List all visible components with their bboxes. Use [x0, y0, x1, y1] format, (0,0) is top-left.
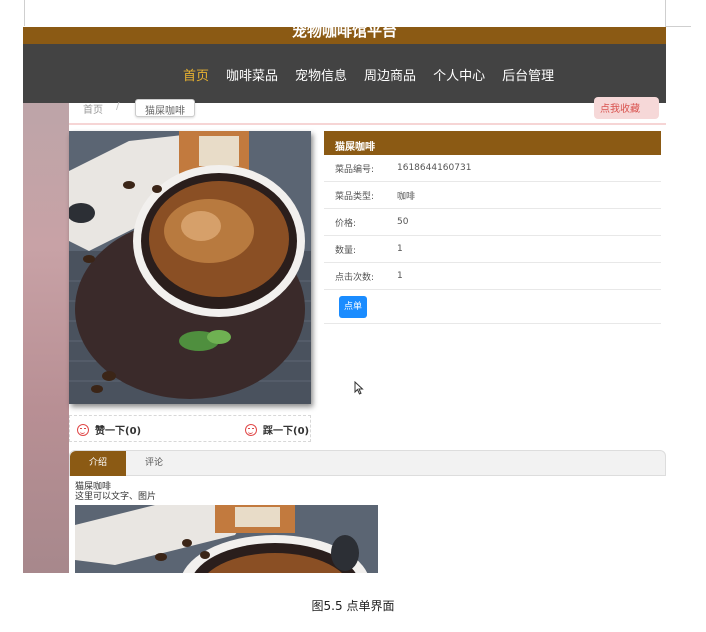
embedded-screenshot: 宠物咖啡馆平台 首页 咖啡菜品 宠物信息 周边商品 个人中心 后台管理 首页 /…	[23, 27, 666, 573]
intro-text: 猫屎咖啡 这里可以文字、图片	[69, 476, 666, 502]
detail-value: 1618644160731	[397, 163, 472, 173]
nav-item-pet-info[interactable]: 宠物信息	[295, 65, 347, 84]
nav-item-admin[interactable]: 后台管理	[502, 65, 554, 84]
detail-row-type: 菜品类型: 咖啡	[324, 182, 661, 209]
page-margin-mark	[665, 26, 691, 27]
tab-comments[interactable]: 评论	[126, 451, 182, 476]
page-margin-mark	[24, 0, 25, 26]
detail-value: 1	[397, 271, 403, 281]
detail-value: 咖啡	[397, 191, 416, 202]
breadcrumb-current: 猫屎咖啡	[135, 99, 195, 117]
vote-box: 赞一下(0) 踩一下(0)	[69, 415, 311, 442]
detail-value: 50	[397, 217, 409, 227]
dislike-label: 踩一下(0)	[263, 426, 310, 437]
tab-bar: 介绍 评论	[69, 450, 666, 476]
product-image	[69, 131, 311, 404]
nav-item-user-center[interactable]: 个人中心	[433, 65, 485, 84]
detail-label: 点击次数:	[335, 272, 375, 283]
order-row: 点单	[324, 290, 661, 324]
coffee-photo-illustration	[69, 131, 311, 404]
intro-line-title: 猫屎咖啡	[75, 482, 112, 492]
detail-label: 价格:	[335, 218, 357, 229]
main-nav: 首页 咖啡菜品 宠物信息 周边商品 个人中心 后台管理	[23, 44, 666, 103]
detail-row-id: 菜品编号: 1618644160731	[324, 155, 661, 182]
site-title: 宠物咖啡馆平台	[291, 27, 397, 40]
dislike-button[interactable]: 踩一下(0)	[245, 422, 309, 437]
breadcrumb: 首页 / 猫屎咖啡 点我收藏	[69, 97, 666, 125]
nav-list: 首页 咖啡菜品 宠物信息 周边商品 个人中心 后台管理	[183, 65, 571, 84]
nav-item-merchandise[interactable]: 周边商品	[364, 65, 416, 84]
detail-value: 1	[397, 244, 403, 254]
frown-icon	[245, 423, 257, 436]
mouse-pointer-icon	[354, 380, 364, 399]
detail-row-quantity: 数量: 1	[324, 236, 661, 263]
detail-label: 数量:	[335, 245, 357, 256]
nav-item-home[interactable]: 首页	[183, 65, 209, 84]
coffee-photo-illustration	[75, 505, 378, 573]
smile-icon	[77, 423, 89, 436]
like-button[interactable]: 赞一下(0)	[77, 422, 141, 437]
intro-image	[75, 505, 378, 573]
intro-line-body: 这里可以文字、图片	[75, 492, 157, 502]
like-label: 赞一下(0)	[95, 426, 142, 437]
site-header: 宠物咖啡馆平台	[23, 27, 666, 44]
tabs-panel: 介绍 评论 猫屎咖啡 这里可以文字、图片	[69, 450, 666, 573]
breadcrumb-home[interactable]: 首页	[83, 101, 103, 116]
favorite-link[interactable]: 点我收藏	[594, 97, 659, 119]
detail-row-clicks: 点击次数: 1	[324, 263, 661, 290]
product-title: 猫屎咖啡	[324, 131, 661, 155]
nav-item-coffee-dishes[interactable]: 咖啡菜品	[226, 65, 278, 84]
product-detail-panel: 猫屎咖啡 菜品编号: 1618644160731 菜品类型: 咖啡 价格: 50…	[324, 131, 661, 324]
figure-caption: 图5.5 点单界面	[311, 599, 395, 613]
detail-label: 菜品编号:	[335, 164, 375, 175]
document-page: 宠物咖啡馆平台 首页 咖啡菜品 宠物信息 周边商品 个人中心 后台管理 首页 /…	[0, 0, 706, 632]
detail-row-price: 价格: 50	[324, 209, 661, 236]
page-margin-mark	[665, 0, 666, 26]
breadcrumb-separator: /	[116, 101, 120, 112]
detail-label: 菜品类型:	[335, 191, 375, 202]
order-button[interactable]: 点单	[339, 295, 367, 318]
tab-intro[interactable]: 介绍	[70, 451, 126, 476]
main-content: 首页 / 猫屎咖啡 点我收藏 赞一下(0) 踩一下(0) 猫屎咖啡 菜品编号: …	[69, 97, 666, 573]
